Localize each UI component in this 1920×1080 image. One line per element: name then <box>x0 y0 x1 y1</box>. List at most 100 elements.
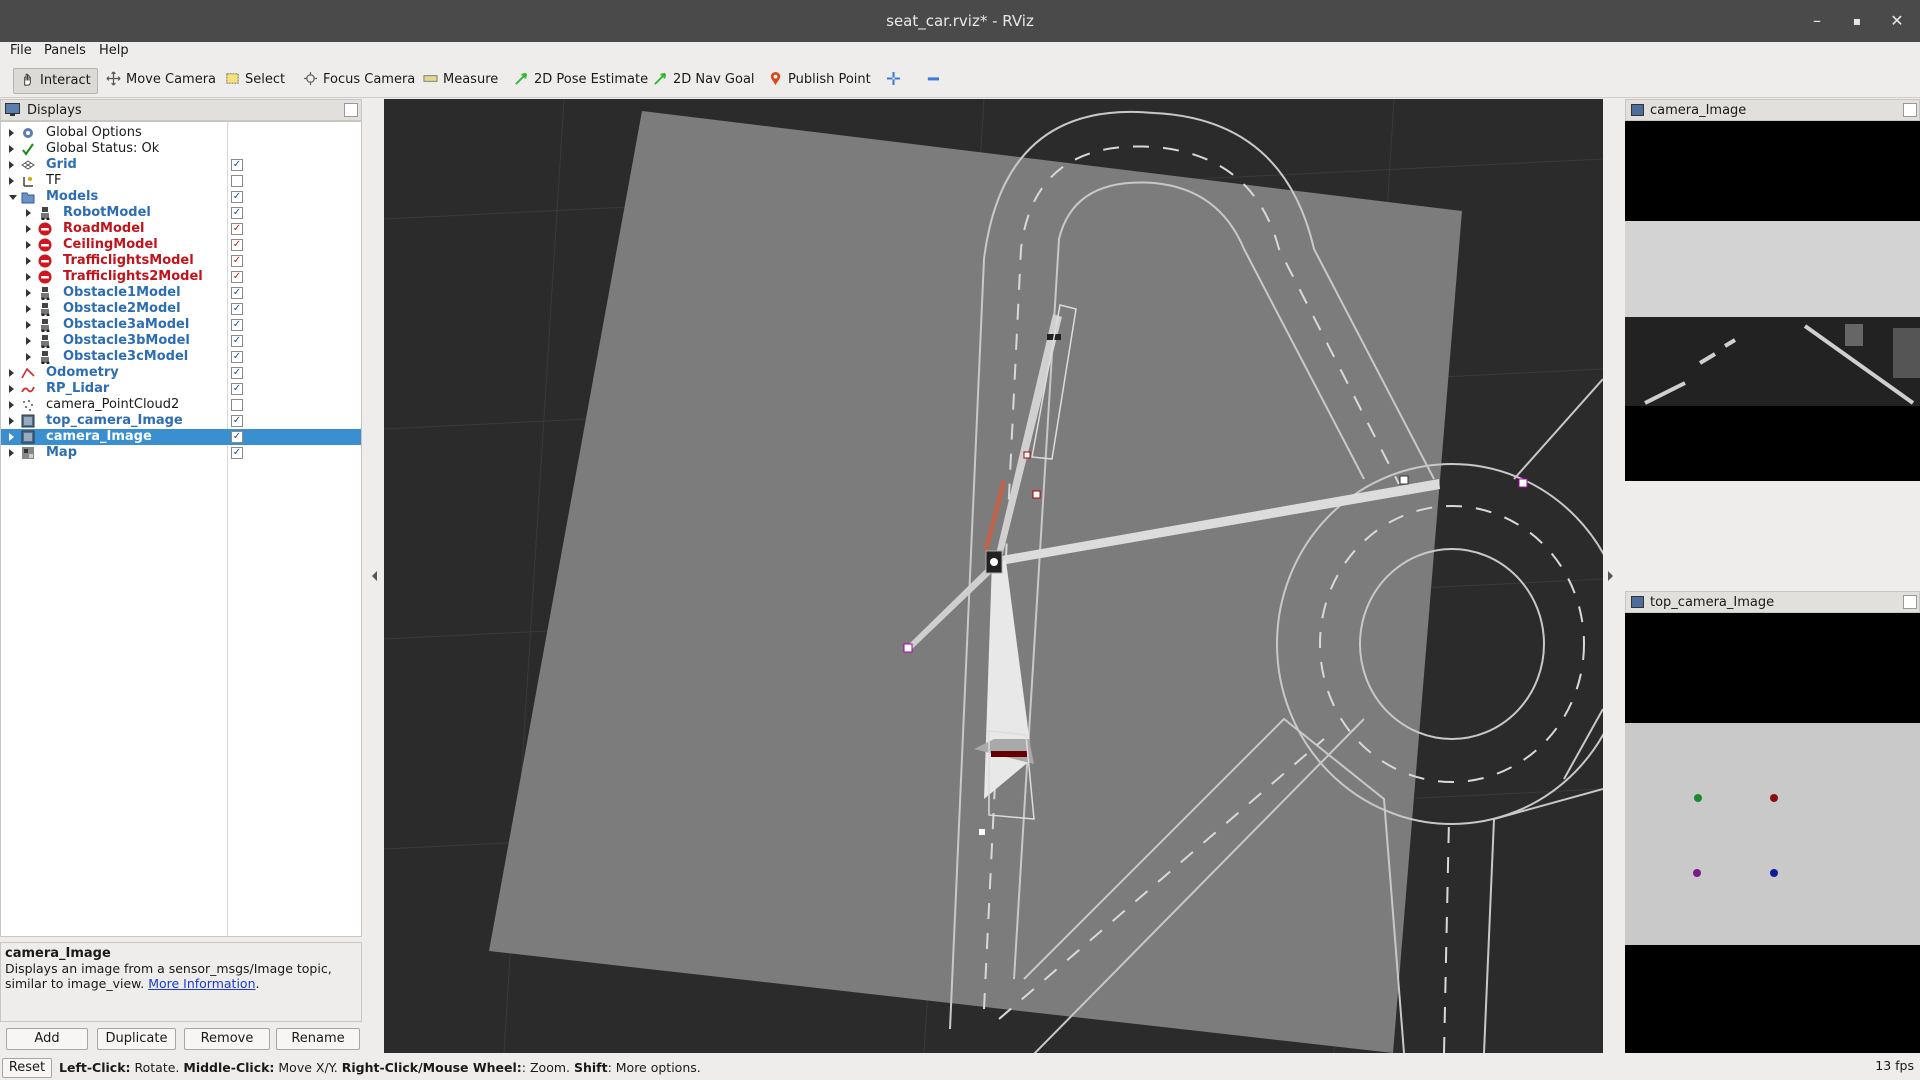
displays-panel-header[interactable]: Displays <box>0 99 362 121</box>
display-enable-checkbox[interactable]: ✓ <box>231 223 243 235</box>
display-item-obstacle1model[interactable]: Obstacle1Model ✓ <box>1 285 361 301</box>
add-display-button[interactable]: Add <box>6 1028 88 1050</box>
collapse-arrow-icon[interactable] <box>9 195 17 200</box>
menu-file[interactable]: File <box>10 43 32 58</box>
top-camera-image-float-toggle[interactable] <box>1903 595 1917 609</box>
expand-arrow-icon[interactable] <box>26 289 31 297</box>
display-item-camera-pointcloud2[interactable]: camera_PointCloud2 <box>1 397 361 413</box>
expand-arrow-icon[interactable] <box>26 337 31 345</box>
display-enable-checkbox[interactable]: ✓ <box>231 207 243 219</box>
scene-3d[interactable] <box>384 99 1603 1053</box>
expand-arrow-icon[interactable] <box>9 401 14 409</box>
display-enable-checkbox[interactable]: ✓ <box>231 239 243 251</box>
display-enable-checkbox[interactable]: ✓ <box>231 191 243 203</box>
display-item-trafficlightsmodel[interactable]: TrafficlightsModel ✓ <box>1 253 361 269</box>
tool-2d-nav-goal[interactable]: 2D Nav Goal <box>647 68 761 92</box>
expand-arrow-icon[interactable] <box>9 177 14 185</box>
display-item-global-options[interactable]: Global Options <box>1 125 361 141</box>
camera-image-float-toggle[interactable] <box>1903 103 1917 117</box>
display-item-trafficlights2model[interactable]: Trafficlights2Model ✓ <box>1 269 361 285</box>
display-item-map[interactable]: Map ✓ <box>1 445 361 461</box>
reset-button[interactable]: Reset <box>2 1058 52 1078</box>
window-title-bar[interactable]: seat_car.rviz* - RViz – ▪ ✕ <box>0 0 1920 42</box>
display-enable-checkbox[interactable]: ✓ <box>231 271 243 283</box>
expand-arrow-icon[interactable] <box>26 353 31 361</box>
display-item-rp-lidar[interactable]: RP_Lidar ✓ <box>1 381 361 397</box>
render-viewport[interactable] <box>384 99 1603 1053</box>
displays-tree[interactable]: Global Options Global Status: Ok Grid ✓ TF Mo… <box>0 121 362 937</box>
tool-interact[interactable]: Interact <box>13 68 98 94</box>
display-item-tf[interactable]: TF <box>1 173 361 189</box>
remove-display-button[interactable]: Remove <box>184 1028 270 1050</box>
display-enable-checkbox[interactable]: ✓ <box>231 415 243 427</box>
expand-arrow-icon[interactable] <box>9 449 14 457</box>
display-item-obstacle2model[interactable]: Obstacle2Model ✓ <box>1 301 361 317</box>
expand-arrow-icon[interactable] <box>26 209 31 217</box>
display-item-robotmodel[interactable]: RobotModel ✓ <box>1 205 361 221</box>
expand-arrow-icon[interactable] <box>9 145 14 153</box>
expand-arrow-icon[interactable] <box>26 257 31 265</box>
expand-arrow-icon[interactable] <box>9 385 14 393</box>
expand-arrow-icon[interactable] <box>26 273 31 281</box>
display-enable-checkbox[interactable]: ✓ <box>231 303 243 315</box>
rename-display-button[interactable]: Rename <box>276 1028 360 1050</box>
close-button[interactable]: ✕ <box>1886 10 1908 32</box>
expand-arrow-icon[interactable] <box>9 369 14 377</box>
top-camera-image-panel-header[interactable]: top_camera_Image <box>1625 591 1920 613</box>
display-enable-checkbox[interactable]: ✓ <box>231 335 243 347</box>
display-item-label: RobotModel <box>63 205 151 220</box>
display-item-odometry[interactable]: Odometry ✓ <box>1 365 361 381</box>
tool-move-camera[interactable]: Move Camera <box>100 68 222 92</box>
display-enable-checkbox[interactable]: ✓ <box>231 255 243 267</box>
display-enable-checkbox[interactable]: ✓ <box>231 431 243 443</box>
remove-tool-button[interactable]: ━ <box>922 68 945 92</box>
more-information-link[interactable]: More Information <box>148 976 255 991</box>
maximize-button[interactable]: ▪ <box>1846 10 1868 32</box>
display-enable-checkbox[interactable] <box>231 399 243 411</box>
right-splitter-collapse-arrow[interactable] <box>1608 571 1613 581</box>
left-splitter-collapse-arrow[interactable] <box>372 571 377 581</box>
display-item-top-camera-image[interactable]: top_camera_Image ✓ <box>1 413 361 429</box>
expand-arrow-icon[interactable] <box>9 129 14 137</box>
expand-arrow-icon[interactable] <box>9 433 14 441</box>
expand-arrow-icon[interactable] <box>26 241 31 249</box>
add-tool-button[interactable]: ✛ <box>880 68 907 92</box>
expand-arrow-icon[interactable] <box>26 321 31 329</box>
expand-arrow-icon[interactable] <box>9 417 14 425</box>
expand-arrow-icon[interactable] <box>26 225 31 233</box>
display-item-global-status-ok[interactable]: Global Status: Ok <box>1 141 361 157</box>
tool-publish-point[interactable]: Publish Point <box>762 68 877 92</box>
duplicate-display-button[interactable]: Duplicate <box>97 1028 176 1050</box>
top-camera-image-view[interactable] <box>1625 613 1920 1053</box>
display-item-models[interactable]: Models ✓ <box>1 189 361 205</box>
minimize-button[interactable]: – <box>1806 10 1828 32</box>
display-item-camera-image[interactable]: camera_Image ✓ <box>1 429 361 445</box>
display-enable-checkbox[interactable] <box>231 175 243 187</box>
display-enable-checkbox[interactable]: ✓ <box>231 383 243 395</box>
expand-arrow-icon[interactable] <box>26 305 31 313</box>
display-item-ceilingmodel[interactable]: CeilingModel ✓ <box>1 237 361 253</box>
display-enable-checkbox[interactable]: ✓ <box>231 287 243 299</box>
display-enable-checkbox[interactable]: ✓ <box>231 367 243 379</box>
display-item-obstacle3bmodel[interactable]: Obstacle3bModel ✓ <box>1 333 361 349</box>
expand-arrow-icon[interactable] <box>9 161 14 169</box>
camera-image-view[interactable] <box>1625 121 1920 481</box>
display-item-roadmodel[interactable]: RoadModel ✓ <box>1 221 361 237</box>
hint-rotate: Rotate. <box>130 1060 184 1075</box>
displays-panel-float-toggle[interactable] <box>344 103 358 117</box>
tool-select[interactable]: Select <box>219 68 291 92</box>
camera-image-panel-header[interactable]: camera_Image <box>1625 99 1920 121</box>
tool-measure[interactable]: Measure <box>417 68 504 92</box>
display-item-obstacle3cmodel[interactable]: Obstacle3cModel ✓ <box>1 349 361 365</box>
display-enable-checkbox[interactable]: ✓ <box>231 447 243 459</box>
menu-help[interactable]: Help <box>99 43 129 58</box>
display-enable-checkbox[interactable]: ✓ <box>231 351 243 363</box>
menu-panels[interactable]: Panels <box>44 43 86 58</box>
status-hint: Left-Click: Rotate. Middle-Click: Move X… <box>59 1060 701 1075</box>
display-enable-checkbox[interactable]: ✓ <box>231 319 243 331</box>
tool-2d-pose-estimate[interactable]: 2D Pose Estimate <box>508 68 654 92</box>
display-item-obstacle3amodel[interactable]: Obstacle3aModel ✓ <box>1 317 361 333</box>
display-enable-checkbox[interactable]: ✓ <box>231 159 243 171</box>
tool-focus-camera[interactable]: Focus Camera <box>297 68 421 92</box>
display-item-grid[interactable]: Grid ✓ <box>1 157 361 173</box>
